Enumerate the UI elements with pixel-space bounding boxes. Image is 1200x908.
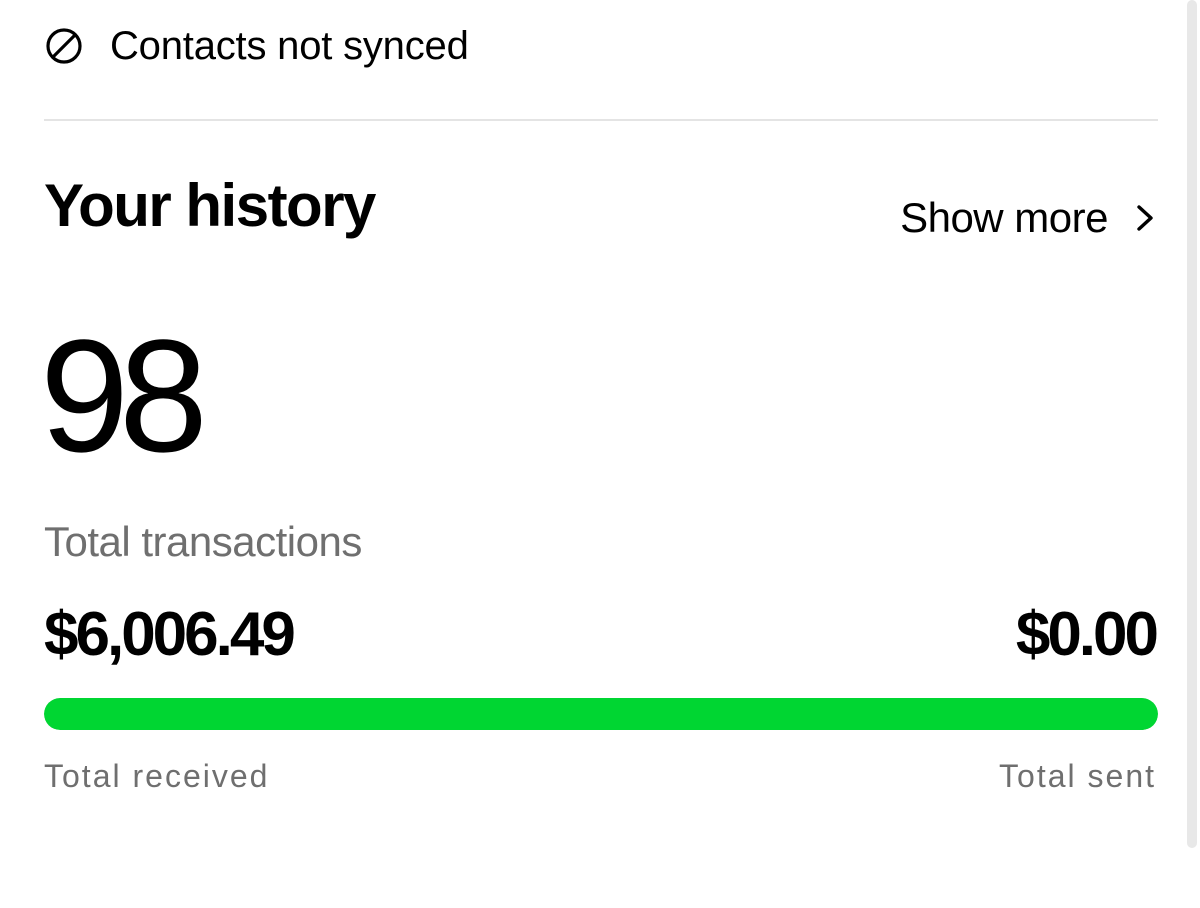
received-bar-fill <box>44 698 1158 730</box>
scrollbar[interactable] <box>1180 0 1200 908</box>
total-received-amount: $6,006.49 <box>44 600 296 669</box>
not-synced-icon <box>44 26 84 66</box>
history-screen: Contacts not synced Your history Show mo… <box>0 0 1200 908</box>
show-more-button[interactable]: Show more <box>900 194 1158 242</box>
scrollbar-thumb[interactable] <box>1187 0 1197 848</box>
contacts-sync-status[interactable]: Contacts not synced <box>44 20 469 72</box>
total-received-label: Total received <box>44 758 270 794</box>
show-more-label: Show more <box>900 194 1108 241</box>
chevron-right-icon <box>1132 198 1158 238</box>
total-sent-label: Total sent <box>999 758 1156 794</box>
received-sent-bar <box>44 698 1158 730</box>
transaction-count-label: Total transactions <box>44 518 362 565</box>
history-title: Your history <box>44 172 376 239</box>
transaction-count: 98 <box>40 306 208 485</box>
total-sent-amount: $0.00 <box>1015 600 1159 669</box>
section-divider <box>44 119 1158 121</box>
contacts-sync-label: Contacts not synced <box>110 23 469 68</box>
